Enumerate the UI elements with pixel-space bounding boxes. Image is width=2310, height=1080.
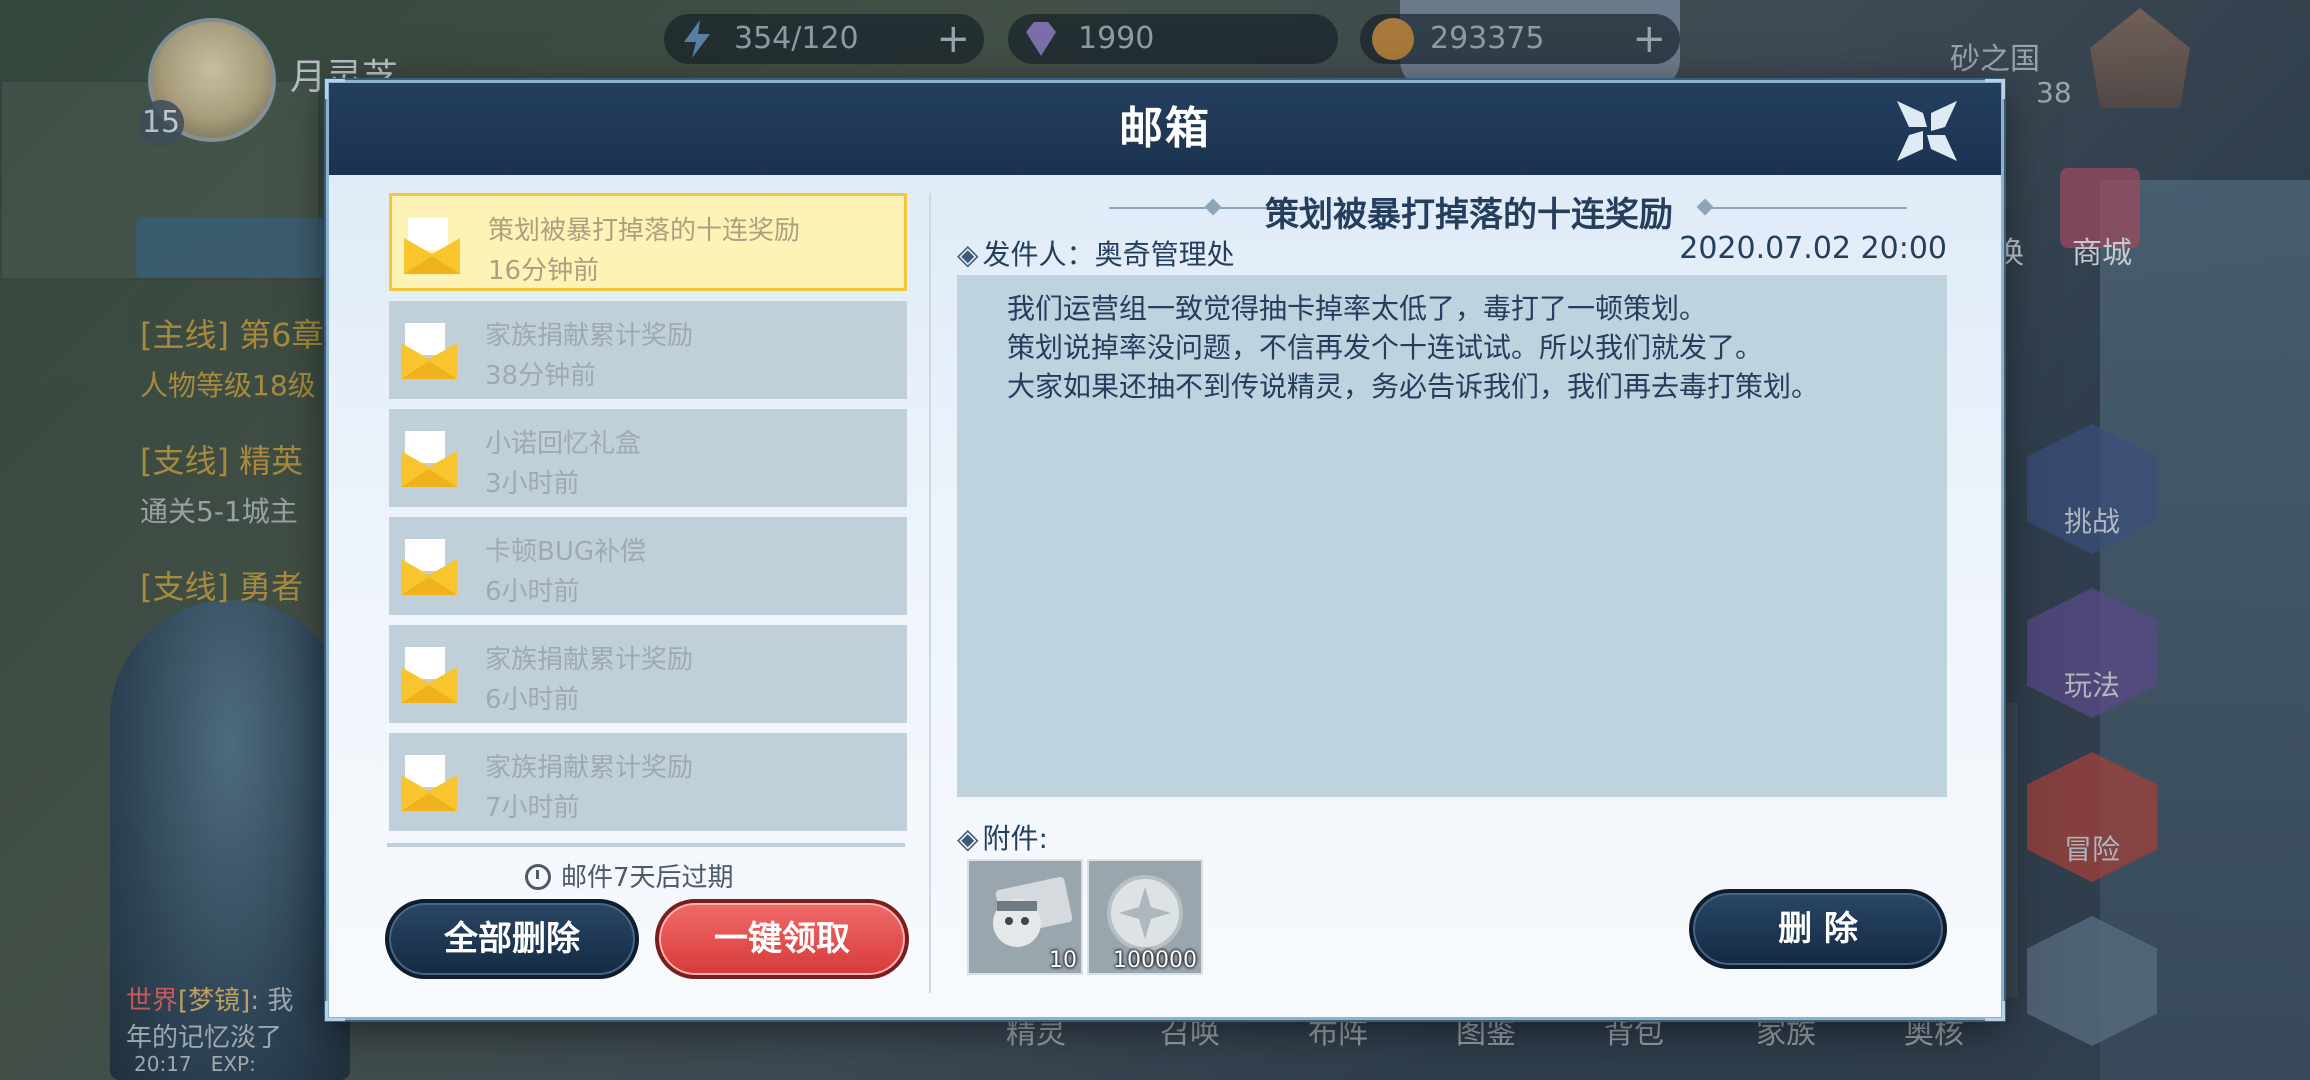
content-line: 策划说掉率没问题，不信再发个十连试试。所以我们就发了。: [1007, 331, 1764, 364]
sender-row: ◈ 发件人：奥奇管理处: [957, 238, 1235, 271]
mail-subject: 策划被暴打掉落的十连奖励: [488, 216, 801, 246]
attachment-label: ◈ 附件:: [957, 822, 1048, 855]
delete-button[interactable]: 删 除: [1689, 889, 1947, 969]
energy-bar: 354/120 +: [664, 14, 984, 64]
envelope-icon: [401, 755, 457, 811]
player-level: 15: [138, 100, 184, 146]
quest-side-2[interactable]: [支线] 勇者: [140, 562, 303, 608]
energy-value: 354/120: [734, 21, 859, 56]
mail-time: 3小时前: [485, 469, 580, 499]
quest-side-1[interactable]: [支线] 精英: [140, 436, 303, 482]
lightning-icon: [676, 18, 718, 60]
mail-item[interactable]: 家族捐献累计奖励 38分钟前: [389, 301, 907, 399]
server-name: 砂之国: [1950, 42, 2040, 77]
diamond-bullet-icon: ◈: [957, 238, 979, 271]
coin-value: 293375: [1430, 21, 1545, 56]
mail-item[interactable]: 策划被暴打掉落的十连奖励 16分钟前: [389, 193, 907, 291]
corner-ornament: [325, 1001, 345, 1021]
quest-tab[interactable]: [136, 218, 326, 278]
quest-side-1-sub: 通关5-1城主: [140, 495, 298, 528]
attachment-item[interactable]: 10: [967, 859, 1083, 975]
mail-time: 6小时前: [485, 577, 580, 607]
mail-item[interactable]: 家族捐献累计奖励 7小时前: [389, 733, 907, 831]
mail-detail-title: 策划被暴打掉落的十连奖励: [1265, 195, 1673, 235]
coin-icon: [1372, 18, 1414, 60]
panel-divider: [929, 193, 931, 993]
mail-list[interactable]: 策划被暴打掉落的十连奖励 16分钟前 家族捐献累计奖励 38分钟前 小诺回忆礼盒…: [385, 193, 911, 929]
content-line: 大家如果还抽不到传说精灵，务必告诉我们，我们再去毒打策划。: [1007, 370, 1820, 403]
expire-note: 邮件7天后过期: [525, 857, 734, 894]
quest-main-sub: 人物等级18级: [140, 369, 316, 402]
coin-bar: 293375 +: [1360, 14, 1680, 64]
mail-subject: 家族捐献累计奖励: [485, 321, 694, 351]
dialog-title: 邮箱: [1119, 103, 1211, 154]
envelope-icon: [401, 431, 457, 487]
delete-all-button[interactable]: 全部删除: [385, 899, 639, 979]
quest-main[interactable]: [主线] 第6章: [140, 310, 324, 356]
attachment-item[interactable]: 100000: [1087, 859, 1203, 975]
claim-all-button[interactable]: 一键领取: [655, 899, 909, 979]
mail-time: 16分钟前: [488, 256, 600, 286]
add-coin-button[interactable]: +: [1632, 14, 1666, 64]
timer-icon: [525, 864, 551, 890]
envelope-icon: [404, 218, 460, 274]
mail-content: 我们运营组一致觉得抽卡掉率太低了，毒打了一顿策划。 策划说掉率没问题，不信再发个…: [957, 275, 1947, 797]
attachment-quantity: 100000: [1113, 948, 1197, 973]
mail-item[interactable]: 卡顿BUG补偿 6小时前: [389, 517, 907, 615]
list-scroll-edge: [387, 843, 905, 847]
mail-item[interactable]: 小诺回忆礼盒 3小时前: [389, 409, 907, 507]
envelope-icon: [401, 647, 457, 703]
close-button[interactable]: [1893, 97, 1961, 165]
server-number: 38: [2036, 76, 2072, 109]
mail-time: 7小时前: [485, 793, 580, 823]
dialog-header: 邮箱: [329, 83, 2001, 175]
close-icon: [1897, 101, 1957, 161]
envelope-icon: [401, 539, 457, 595]
mail-subject: 家族捐献累计奖励: [485, 645, 694, 675]
world-chat[interactable]: 世界[梦镜]: 我 年的记忆淡了: [126, 980, 293, 1054]
corner-ornament: [1985, 1001, 2005, 1021]
mail-subject: 小诺回忆礼盒: [485, 429, 642, 459]
mail-subject: 家族捐献累计奖励: [485, 753, 694, 783]
gem-value: 1990: [1078, 21, 1155, 56]
mailbox-dialog: 邮箱 策划被暴打掉落的十连奖励 16分钟前 家族捐献累计奖励 38分钟前 小诺回…: [325, 79, 2005, 1021]
add-energy-button[interactable]: +: [936, 14, 970, 64]
mail-date: 2020.07.02 20:00: [1679, 231, 1947, 266]
attachment-quantity: 10: [1049, 948, 1077, 973]
status-bar: 20:17 EXP:: [134, 1052, 256, 1076]
envelope-icon: [401, 323, 457, 379]
diamond-icon: [1020, 18, 1062, 60]
content-line: 我们运营组一致觉得抽卡掉率太低了，毒打了一顿策划。: [1007, 292, 1708, 325]
shop-label: 商城: [2072, 236, 2132, 271]
mail-time: 6小时前: [485, 685, 580, 715]
gem-bar: 1990: [1008, 14, 1338, 64]
mail-item[interactable]: 家族捐献累计奖励 6小时前: [389, 625, 907, 723]
diamond-bullet-icon: ◈: [957, 822, 979, 855]
mail-time: 38分钟前: [485, 361, 597, 391]
mail-subject: 卡顿BUG补偿: [485, 537, 647, 567]
